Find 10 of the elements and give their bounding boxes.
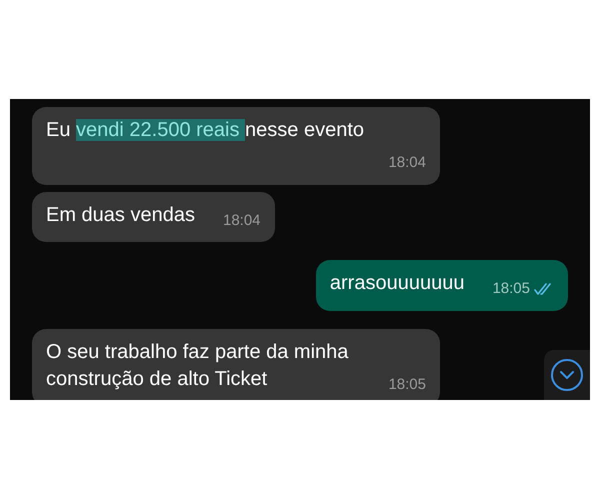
message-time: 18:04 <box>222 210 261 230</box>
chevron-down-icon <box>550 358 584 392</box>
message-time: 18:05 <box>388 374 426 394</box>
message-time: 18:04 <box>388 153 426 173</box>
scroll-down-button[interactable] <box>544 350 590 400</box>
message-text: Eu vendi 22.500 reais nesse evento <box>46 119 364 141</box>
message-text: Em duas vendas <box>46 204 195 226</box>
message-time: 18:05 <box>492 279 530 299</box>
message-text: O seu trabalho faz parte da minha construção de alto Ticket <box>46 340 348 390</box>
message-text: arrasouuuuuuu <box>330 272 464 294</box>
